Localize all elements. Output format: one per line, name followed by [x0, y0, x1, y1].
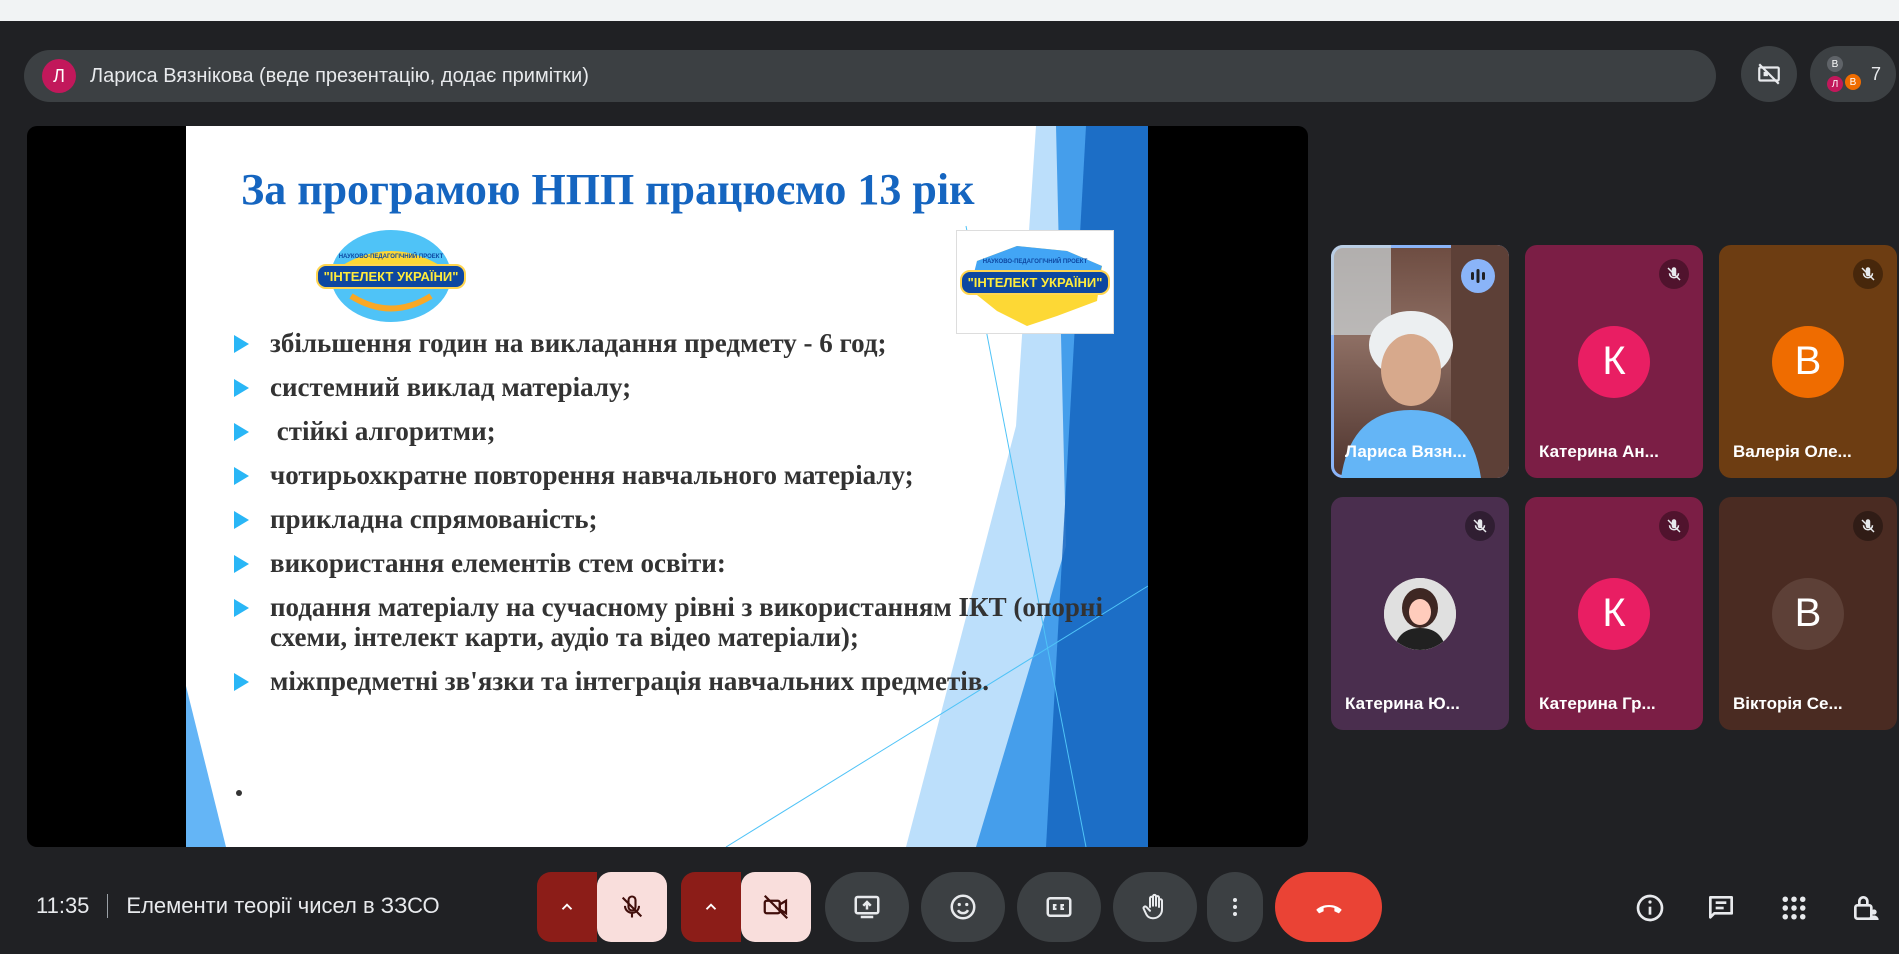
slide-bullet: стійкі алгоритми; — [234, 416, 1114, 446]
camera-toggle-button[interactable] — [741, 872, 811, 942]
more-options-button[interactable] — [1207, 872, 1263, 942]
mic-control-group — [537, 872, 667, 942]
participant-photo — [1384, 577, 1456, 650]
participant-name: Вікторія Се... — [1733, 694, 1843, 713]
slide-bullet: чотирьохкратне повторення навчального ма… — [234, 460, 1114, 490]
participant-name: Лариса Вязн... — [1345, 442, 1467, 461]
audio-level-icon — [1471, 269, 1485, 283]
slide-bullet: подання матеріалу на сучасному рівні з в… — [234, 592, 1114, 652]
more-vert-icon — [1233, 898, 1237, 916]
hidden-tiles-icon — [1758, 63, 1780, 85]
chat-icon — [1709, 896, 1733, 919]
host-controls-button[interactable] — [1846, 888, 1886, 928]
info-icon — [1636, 894, 1664, 922]
slide-bullet: збільшення годин на викладання предмету … — [234, 328, 1114, 358]
participant-tile[interactable]: В Валерія Оле... — [1719, 245, 1897, 478]
mic-off-icon — [1667, 267, 1681, 281]
participant-mini-avatars: В Л В — [1825, 54, 1865, 94]
logo-text: "ІНТЕЛЕКТ УКРАЇНИ" — [315, 263, 467, 289]
apps-grid-icon — [1782, 896, 1806, 920]
slide-bullet: системний виклад матеріалу; — [234, 372, 1114, 402]
logo-text: "ІНТЕЛЕКТ УКРАЇНИ" — [959, 269, 1111, 295]
camera-control-group — [681, 872, 811, 942]
muted-indicator — [1659, 259, 1689, 289]
participant-avatar: К — [1578, 325, 1650, 398]
audio-options-button[interactable] — [537, 872, 597, 942]
mini-avatar: В — [1844, 74, 1861, 90]
muted-indicator — [1853, 259, 1883, 289]
intellect-ukraine-logo-map: НАУКОВО-ПЕДАГОГІЧНИЙ ПРОЕКТ "ІНТЕЛЕКТ УК… — [956, 230, 1114, 334]
captions-icon — [1046, 897, 1072, 917]
muted-indicator — [1853, 511, 1883, 541]
meeting-time: 11:35 — [36, 893, 90, 918]
mini-avatar: В — [1826, 56, 1843, 72]
microphone-toggle-button[interactable] — [597, 872, 667, 942]
chat-button[interactable] — [1701, 888, 1741, 928]
mini-avatar: Л — [1826, 76, 1843, 92]
camera-off-icon — [763, 894, 789, 920]
mic-off-icon — [1861, 267, 1875, 281]
slide-bullet: міжпредметні зв'язки та інтеграція навча… — [234, 666, 1114, 696]
chevron-up-icon — [561, 903, 573, 910]
participant-avatar: К — [1578, 577, 1650, 650]
mic-off-icon — [621, 895, 643, 918]
participant-tile[interactable]: В Вікторія Се... — [1719, 497, 1897, 730]
participant-avatar: В — [1772, 577, 1844, 650]
presenter-avatar: Л — [42, 59, 76, 93]
presentation-slide: За програмою НПП працюємо 13 рік НАУКОВО… — [186, 126, 1148, 847]
participant-tile[interactable]: Лариса Вязн... — [1331, 245, 1509, 478]
captions-button[interactable] — [1017, 872, 1101, 942]
reactions-button[interactable] — [921, 872, 1005, 942]
present-screen-button[interactable] — [825, 872, 909, 942]
muted-indicator — [1465, 511, 1495, 541]
people-button[interactable]: В Л В 7 — [1810, 46, 1896, 102]
participant-tile[interactable]: Катерина Ю... — [1331, 497, 1509, 730]
meeting-details-button[interactable] — [1630, 888, 1670, 928]
participant-tile[interactable]: К Катерина Ан... — [1525, 245, 1703, 478]
mic-off-icon — [1473, 519, 1487, 533]
slide-bullet-list: збільшення годин на викладання предмету … — [234, 328, 1114, 710]
logo-subtitle: НАУКОВО-ПЕДАГОГІЧНИЙ ПРОЕКТ — [338, 254, 444, 260]
intellect-ukraine-logo: НАУКОВО-ПЕДАГОГІЧНИЙ ПРОЕКТ "ІНТЕЛЕКТ УК… — [311, 226, 471, 326]
divider — [107, 894, 109, 918]
participant-name: Катерина Ю... — [1345, 694, 1460, 713]
raise-hand-icon — [1142, 893, 1163, 920]
meeting-info: 11:35 Елементи теорії чисел в ЗЗСО — [36, 893, 440, 919]
browser-top-strip — [0, 0, 1899, 21]
slide-bullet: прикладна спрямованість; — [234, 504, 1114, 534]
chevron-up-icon — [705, 903, 717, 910]
slide-bullet: використання елементів стем освіти: — [234, 548, 1114, 578]
emoji-icon — [950, 894, 976, 920]
raise-hand-button[interactable] — [1113, 872, 1197, 942]
speaking-indicator — [1461, 259, 1495, 293]
presenter-bar[interactable]: Л Лариса Вязнікова (веде презентацію, до… — [24, 50, 1716, 102]
participant-tile[interactable]: К Катерина Гр... — [1525, 497, 1703, 730]
leave-call-button[interactable] — [1275, 872, 1382, 942]
lock-person-icon — [1854, 896, 1879, 920]
present-screen-icon — [854, 895, 880, 919]
logo-subtitle: НАУКОВО-ПЕДАГОГІЧНИЙ ПРОЕКТ — [982, 259, 1088, 265]
presentation-stage[interactable]: За програмою НПП працюємо 13 рік НАУКОВО… — [27, 126, 1308, 847]
mic-off-icon — [1861, 519, 1875, 533]
slide-title: За програмою НПП працюємо 13 рік — [241, 165, 975, 214]
participant-name: Катерина Гр... — [1539, 694, 1656, 713]
call-end-icon — [1315, 905, 1342, 914]
muted-indicator — [1659, 511, 1689, 541]
video-options-button[interactable] — [681, 872, 741, 942]
mic-off-icon — [1667, 519, 1681, 533]
meeting-title: Елементи теорії чисел в ЗЗСО — [126, 893, 440, 918]
participant-avatar: В — [1772, 325, 1844, 398]
hide-tiles-button[interactable] — [1741, 46, 1797, 102]
participant-name: Валерія Оле... — [1733, 442, 1852, 461]
presenter-label: Лариса Вязнікова (веде презентацію, дода… — [90, 64, 589, 87]
participant-name: Катерина Ан... — [1539, 442, 1659, 461]
people-count: 7 — [1870, 63, 1881, 84]
activities-button[interactable] — [1774, 888, 1814, 928]
slide-empty-bullet — [236, 790, 242, 796]
